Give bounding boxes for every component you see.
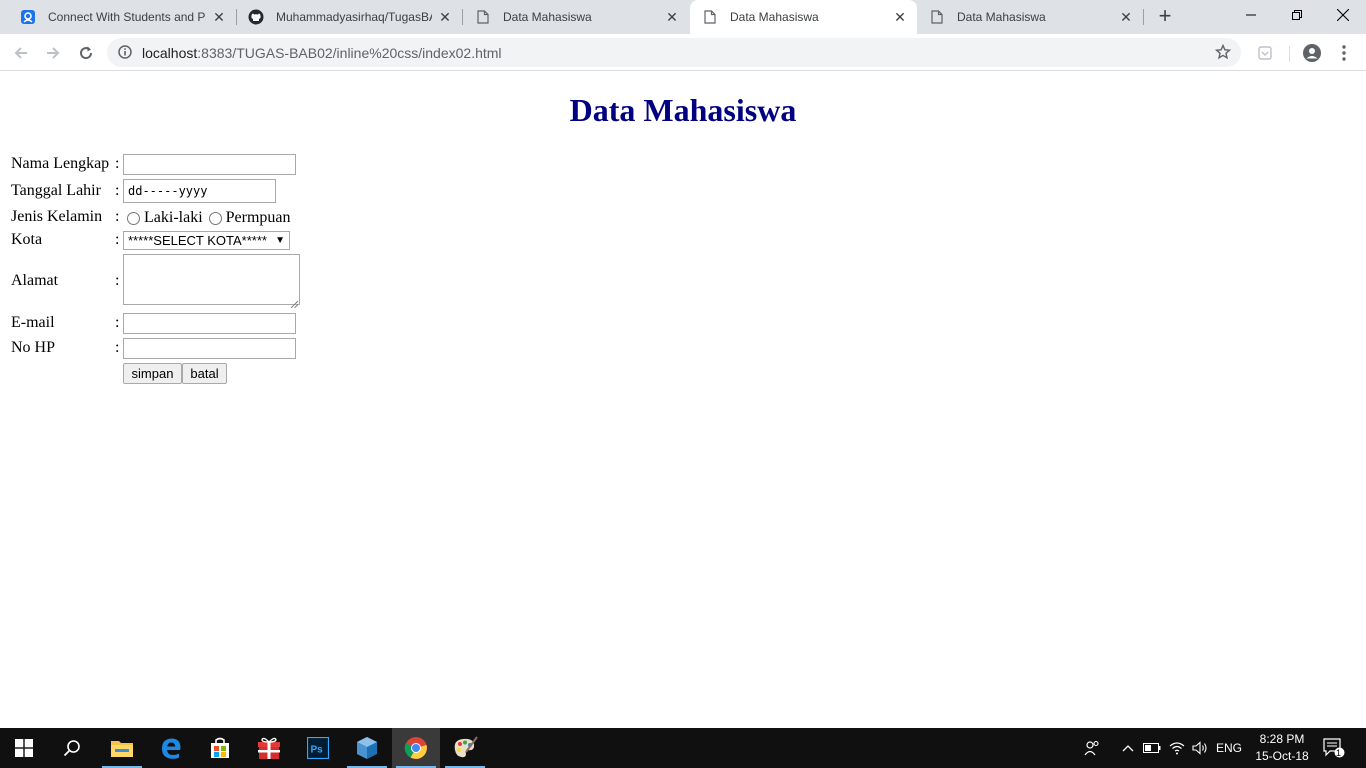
tab-close-icon[interactable]: ✕ xyxy=(1119,10,1133,24)
browser-toolbar: localhost:8383/TUGAS-BAB02/inline%20css/… xyxy=(0,34,1366,71)
photoshop-icon[interactable]: Ps xyxy=(294,728,342,768)
kota-selected-value: *****SELECT KOTA***** xyxy=(128,233,267,248)
tab-strip: Connect With Students and Pa ✕ Muhammady… xyxy=(0,0,1366,34)
page-icon xyxy=(702,9,718,25)
gender-radio-group: Laki-laki Permpuan xyxy=(127,209,291,227)
wifi-icon[interactable] xyxy=(1166,728,1188,768)
tab-separator xyxy=(1143,9,1144,25)
notification-center-icon[interactable]: 1 xyxy=(1318,728,1350,768)
jenis-kelamin-label: Jenis Kelamin xyxy=(11,208,103,225)
start-icon[interactable] xyxy=(0,728,48,768)
colon: : xyxy=(115,314,120,331)
page-content: Data Mahasiswa Nama Lengkap : Tanggal La… xyxy=(0,72,1366,728)
file-explorer-icon[interactable] xyxy=(98,728,146,768)
taskbar: Ps ENG 8:28 PM 15-Oct-18 1 xyxy=(0,728,1366,768)
back-icon[interactable] xyxy=(9,41,33,65)
volume-icon[interactable] xyxy=(1190,728,1210,768)
page-icon xyxy=(475,9,491,25)
colon: : xyxy=(115,231,120,248)
permpuan-label: Permpuan xyxy=(225,209,291,226)
paint-icon[interactable] xyxy=(441,728,489,768)
resize-grip-icon[interactable] xyxy=(290,295,299,309)
virtualbox-icon[interactable] xyxy=(343,728,391,768)
chevron-up-icon[interactable] xyxy=(1118,728,1138,768)
github-icon xyxy=(248,9,264,25)
email-input[interactable] xyxy=(123,313,296,334)
edge-icon[interactable] xyxy=(147,728,195,768)
simpan-button[interactable]: simpan xyxy=(123,363,182,384)
page-icon xyxy=(929,9,945,25)
colon: : xyxy=(115,182,120,199)
people-icon[interactable] xyxy=(1080,728,1104,768)
search-icon[interactable] xyxy=(48,728,96,768)
colon: : xyxy=(115,155,120,172)
clock-time: 8:28 PM xyxy=(1259,732,1305,746)
laki-laki-label: Laki-laki xyxy=(144,209,203,226)
url-text: localhost:8383/TUGAS-BAB02/inline%20css/… xyxy=(142,45,502,61)
tab-title: Connect With Students and Pa xyxy=(48,10,206,24)
nama-label: Nama Lengkap xyxy=(11,155,110,172)
minimize-icon[interactable] xyxy=(1228,0,1274,30)
hp-label: No HP xyxy=(11,339,56,356)
dropdown-arrow-icon: ▼ xyxy=(275,235,285,246)
batal-button[interactable]: batal xyxy=(182,363,227,384)
info-icon[interactable] xyxy=(118,45,132,64)
tab-title: Data Mahasiswa xyxy=(503,10,592,24)
tab-close-icon[interactable]: ✕ xyxy=(665,10,679,24)
hp-input[interactable] xyxy=(123,338,296,359)
menu-dots-icon[interactable] xyxy=(1332,41,1356,65)
laki-laki-radio[interactable] xyxy=(127,211,140,225)
tab-close-icon[interactable]: ✕ xyxy=(212,10,226,24)
url-path: :8383/TUGAS-BAB02/inline%20css/index02.h… xyxy=(197,45,502,61)
gift-icon[interactable] xyxy=(245,728,293,768)
store-icon[interactable] xyxy=(196,728,244,768)
toolbar-divider xyxy=(1289,46,1290,62)
notification-count: 1 xyxy=(1336,748,1342,758)
tab-data-mahasiswa[interactable]: Data Mahasiswa ✕ xyxy=(917,0,1143,34)
classroom-icon xyxy=(20,9,36,25)
email-label: E-mail xyxy=(11,314,55,331)
language-indicator[interactable]: ENG xyxy=(1212,728,1246,768)
svg-text:Ps: Ps xyxy=(311,745,324,756)
tab-classroom[interactable]: Connect With Students and Pa ✕ xyxy=(8,0,236,34)
extension-icon[interactable] xyxy=(1253,41,1277,65)
alamat-label: Alamat xyxy=(11,272,59,289)
close-window-icon[interactable] xyxy=(1320,0,1366,30)
page-title: Data Mahasiswa xyxy=(569,92,797,128)
permpuan-radio[interactable] xyxy=(208,211,222,225)
new-tab-button[interactable]: + xyxy=(1154,5,1176,28)
forward-icon[interactable] xyxy=(41,41,65,65)
address-bar[interactable]: localhost:8383/TUGAS-BAB02/inline%20css/… xyxy=(107,38,1241,67)
tab-title: Data Mahasiswa xyxy=(730,10,819,24)
alamat-textarea[interactable] xyxy=(123,254,300,309)
tab-close-icon[interactable]: ✕ xyxy=(438,10,452,24)
reload-icon[interactable] xyxy=(74,41,98,65)
chrome-icon[interactable] xyxy=(392,728,440,768)
tab-title: Data Mahasiswa xyxy=(957,10,1046,24)
colon: : xyxy=(115,272,120,289)
nama-input[interactable] xyxy=(123,154,296,175)
colon: : xyxy=(115,339,120,356)
tanggal-label: Tanggal Lahir xyxy=(11,182,101,199)
tab-title: Muhammadyasirhaq/TugasBA xyxy=(276,10,432,24)
colon: : xyxy=(115,208,120,225)
url-host: localhost xyxy=(142,45,198,61)
tab-close-icon[interactable]: ✕ xyxy=(893,10,907,24)
kota-label: Kota xyxy=(11,231,43,248)
profile-icon[interactable] xyxy=(1300,41,1324,65)
bookmark-star-icon[interactable] xyxy=(1214,43,1232,65)
clock-date: 15-Oct-18 xyxy=(1255,749,1309,763)
tanggal-input[interactable]: dd-----yyyy xyxy=(123,179,276,203)
tab-data-mahasiswa[interactable]: Data Mahasiswa ✕ xyxy=(463,0,689,34)
kota-select[interactable]: *****SELECT KOTA***** ▼ xyxy=(123,231,290,250)
restore-icon[interactable] xyxy=(1274,0,1320,30)
clock[interactable]: 8:28 PM 15-Oct-18 xyxy=(1248,731,1316,765)
tab-github[interactable]: Muhammadyasirhaq/TugasBA ✕ xyxy=(236,0,462,34)
battery-icon[interactable] xyxy=(1142,728,1162,768)
tab-data-mahasiswa-active[interactable]: Data Mahasiswa ✕ xyxy=(690,0,917,34)
